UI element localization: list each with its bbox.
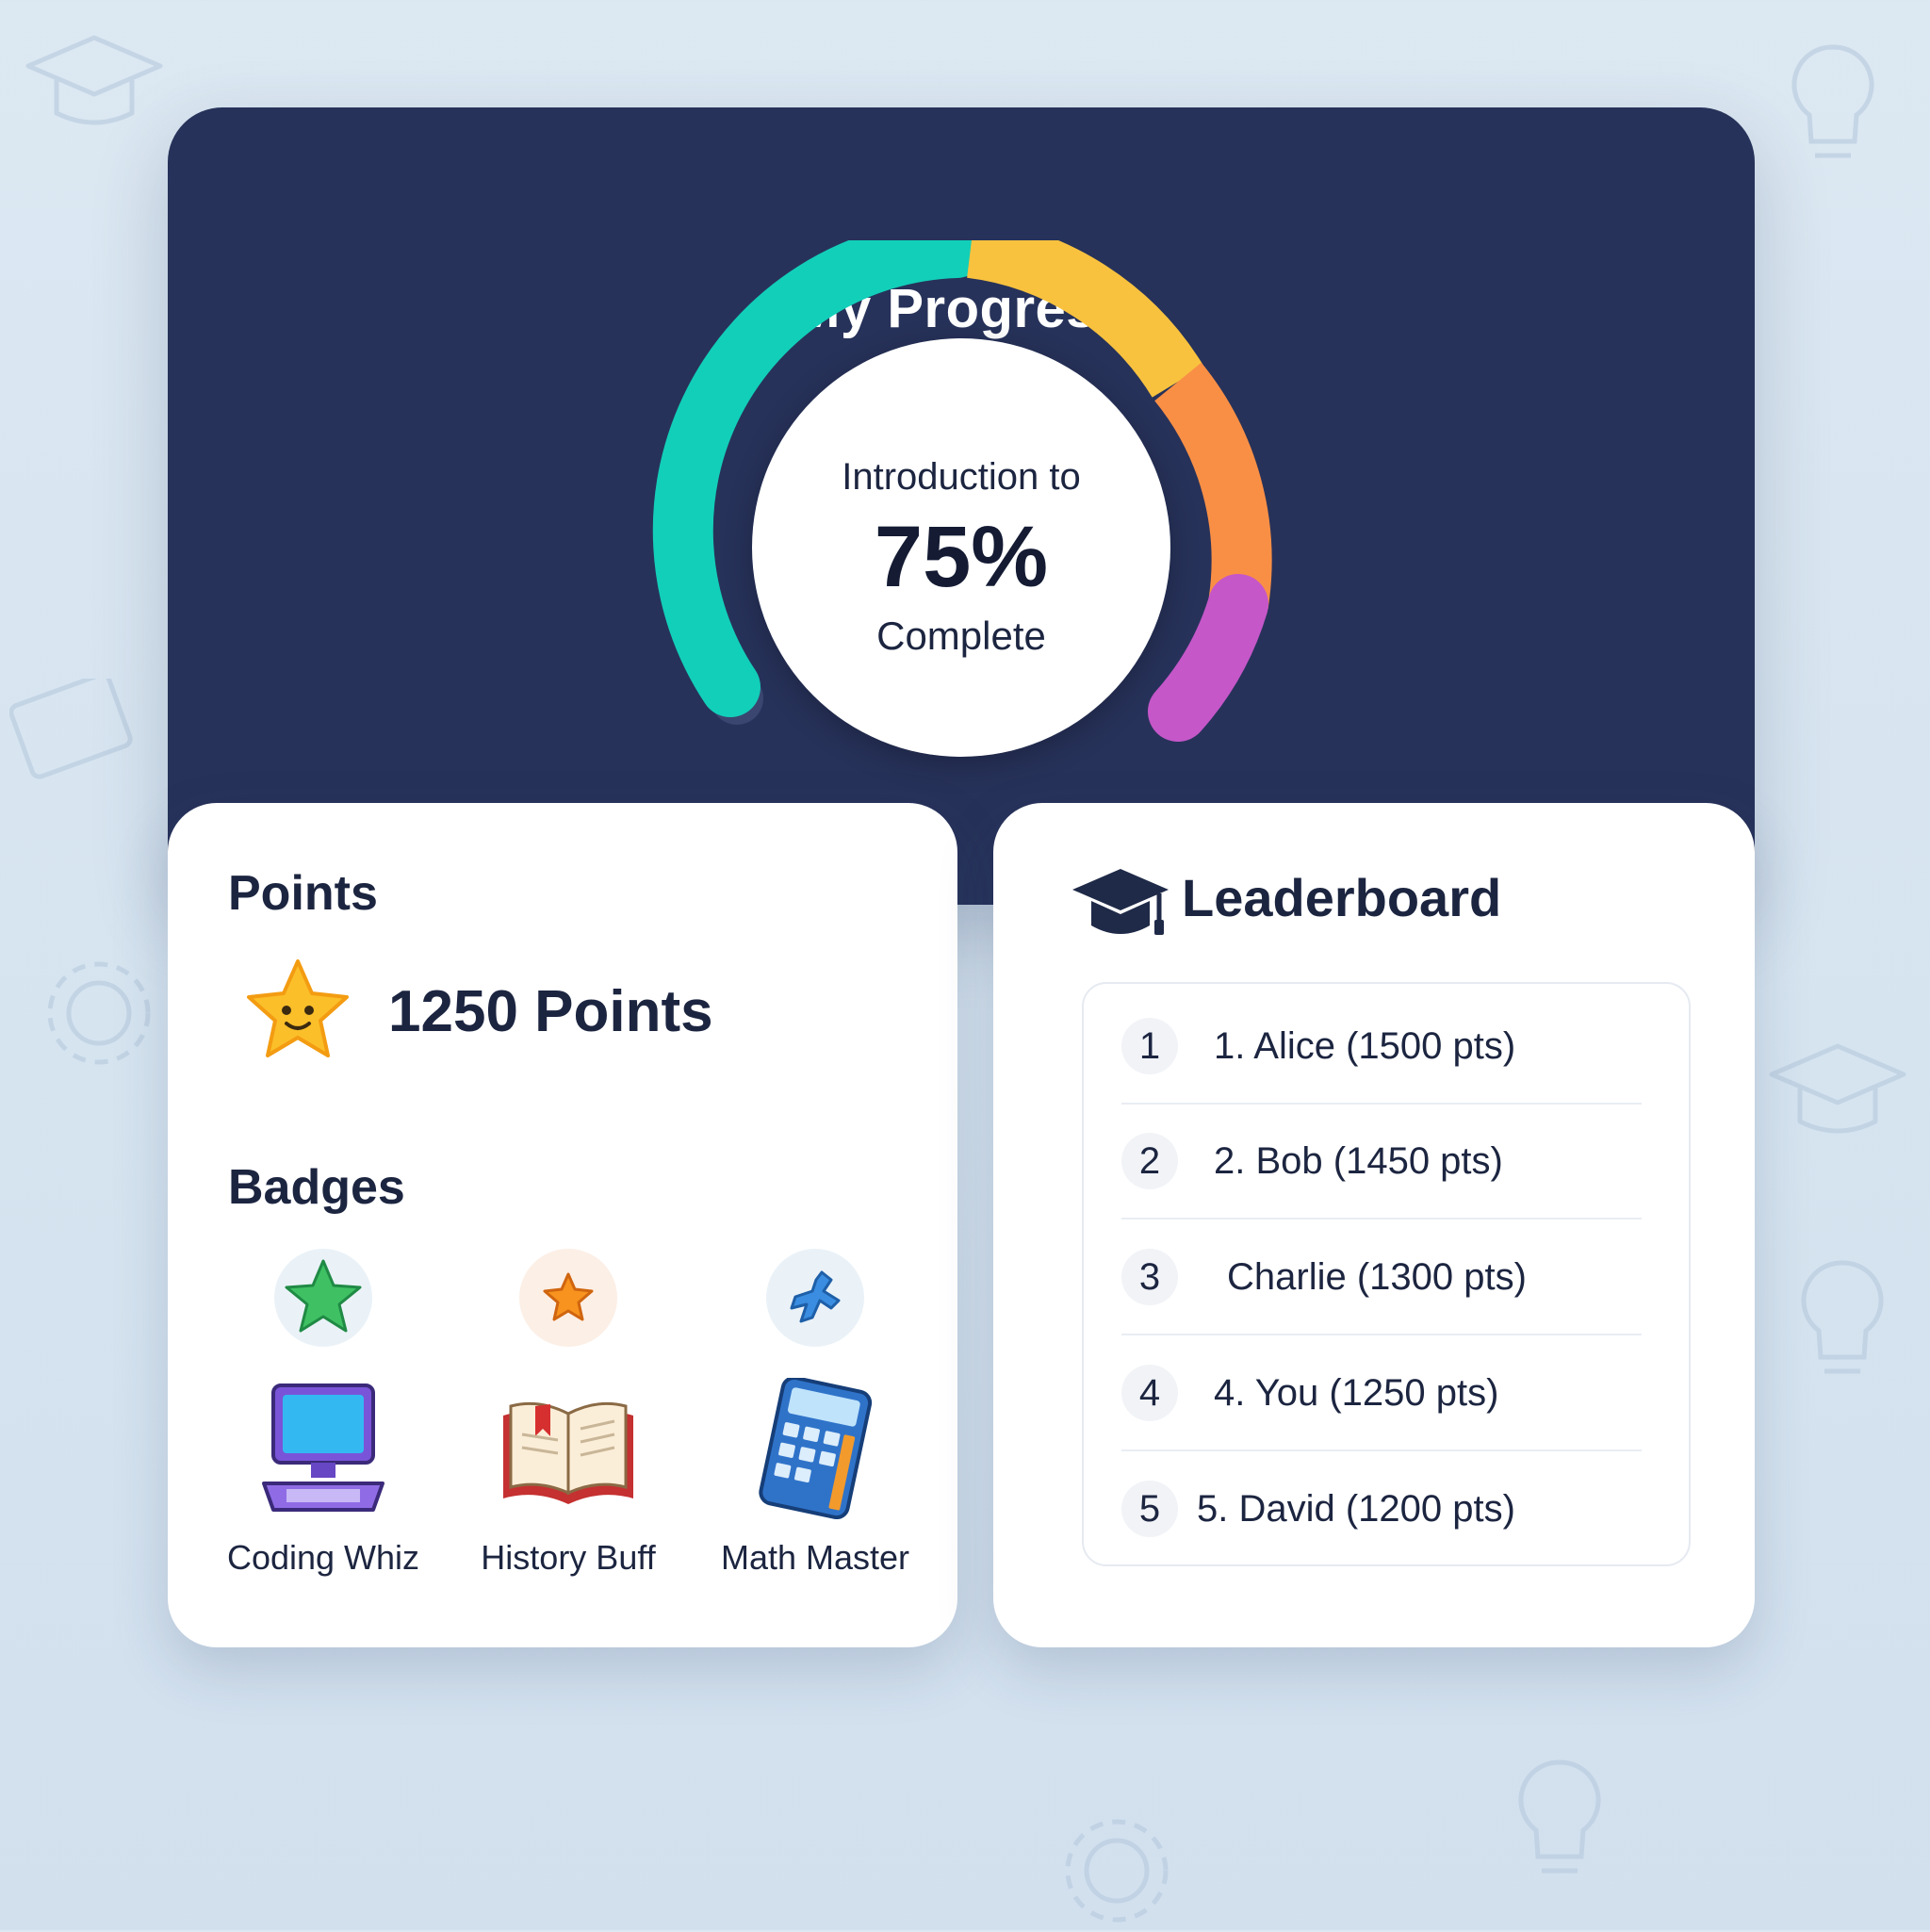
open-book-icon — [498, 1378, 639, 1519]
graduation-cap-icon — [1762, 1037, 1913, 1140]
player-name: 2. Bob (1450 pts) — [1214, 1140, 1503, 1182]
row-divider — [1121, 1334, 1642, 1335]
leaderboard-row[interactable]: 3 Charlie (1300 pts) — [1121, 1220, 1642, 1335]
leaderboard-row[interactable]: 4 4. You (1250 pts) — [1121, 1336, 1642, 1451]
gear-icon — [1055, 1809, 1178, 1932]
leaderboard-row[interactable]: 2 2. Bob (1450 pts) — [1121, 1105, 1642, 1220]
graduation-cap-icon — [19, 28, 170, 132]
lightbulb-icon — [1791, 1253, 1894, 1395]
monitor-icon — [9, 679, 141, 820]
rank-number: 3 — [1121, 1249, 1178, 1305]
gear-icon — [38, 952, 160, 1074]
player-name: 5. David (1200 pts) — [1197, 1488, 1515, 1530]
row-divider — [1121, 1218, 1642, 1220]
badge-math-master[interactable]: Math Master — [697, 1246, 933, 1585]
player-name: Charlie (1300 pts) — [1227, 1256, 1527, 1298]
rank-number: 5 — [1121, 1481, 1178, 1537]
progress-percent: 75% — [874, 509, 1049, 605]
lightbulb-icon — [1781, 38, 1885, 179]
orange-star-icon — [516, 1246, 620, 1350]
rank-number: 4 — [1121, 1365, 1178, 1421]
row-divider — [1121, 1449, 1642, 1451]
gauge-segment-orange — [1153, 362, 1272, 609]
leaderboard-list: 1 1. Alice (1500 pts) 2 2. Bob (1450 pts… — [1082, 982, 1691, 1566]
gauge-segment-purple — [1148, 574, 1268, 742]
badge-label: Math Master — [720, 1538, 910, 1577]
rank-number: 2 — [1121, 1133, 1178, 1189]
badge-history-buff[interactable]: History Buff — [450, 1246, 686, 1585]
points-badges-panel: Points 1250 Points Badges Coding Whiz Hi… — [168, 803, 957, 1647]
player-name: 4. You (1250 pts) — [1214, 1372, 1499, 1414]
leaderboard-row[interactable]: 1 1. Alice (1500 pts) — [1121, 990, 1642, 1105]
progress-gauge: Introduction to 75% Complete — [650, 240, 1272, 768]
lightbulb-icon — [1508, 1753, 1611, 1894]
gauge-center: Introduction to 75% Complete — [752, 338, 1170, 757]
badge-label: Coding Whiz — [226, 1538, 420, 1577]
graduation-cap-icon — [1069, 861, 1172, 946]
points-heading: Points — [228, 866, 378, 921]
leaderboard-heading: Leaderboard — [1182, 868, 1502, 927]
leaderboard-row[interactable]: 5 5. David (1200 pts) — [1121, 1452, 1642, 1567]
green-star-icon — [271, 1246, 375, 1350]
player-name: 1. Alice (1500 pts) — [1214, 1025, 1516, 1067]
star-icon — [241, 954, 354, 1067]
blue-figure-icon — [763, 1246, 867, 1350]
rank-number: 1 — [1121, 1018, 1178, 1074]
leaderboard-panel: Leaderboard 1 1. Alice (1500 pts) 2 2. B… — [993, 803, 1755, 1647]
computer-icon — [253, 1378, 394, 1519]
badge-label: History Buff — [481, 1538, 656, 1577]
calculator-icon — [744, 1375, 886, 1520]
badges-heading: Badges — [228, 1160, 405, 1215]
badge-coding-whiz[interactable]: Coding Whiz — [205, 1246, 441, 1585]
course-name: Introduction to — [842, 456, 1081, 498]
progress-complete-label: Complete — [876, 614, 1046, 658]
points-value: 1250 Points — [388, 979, 713, 1044]
